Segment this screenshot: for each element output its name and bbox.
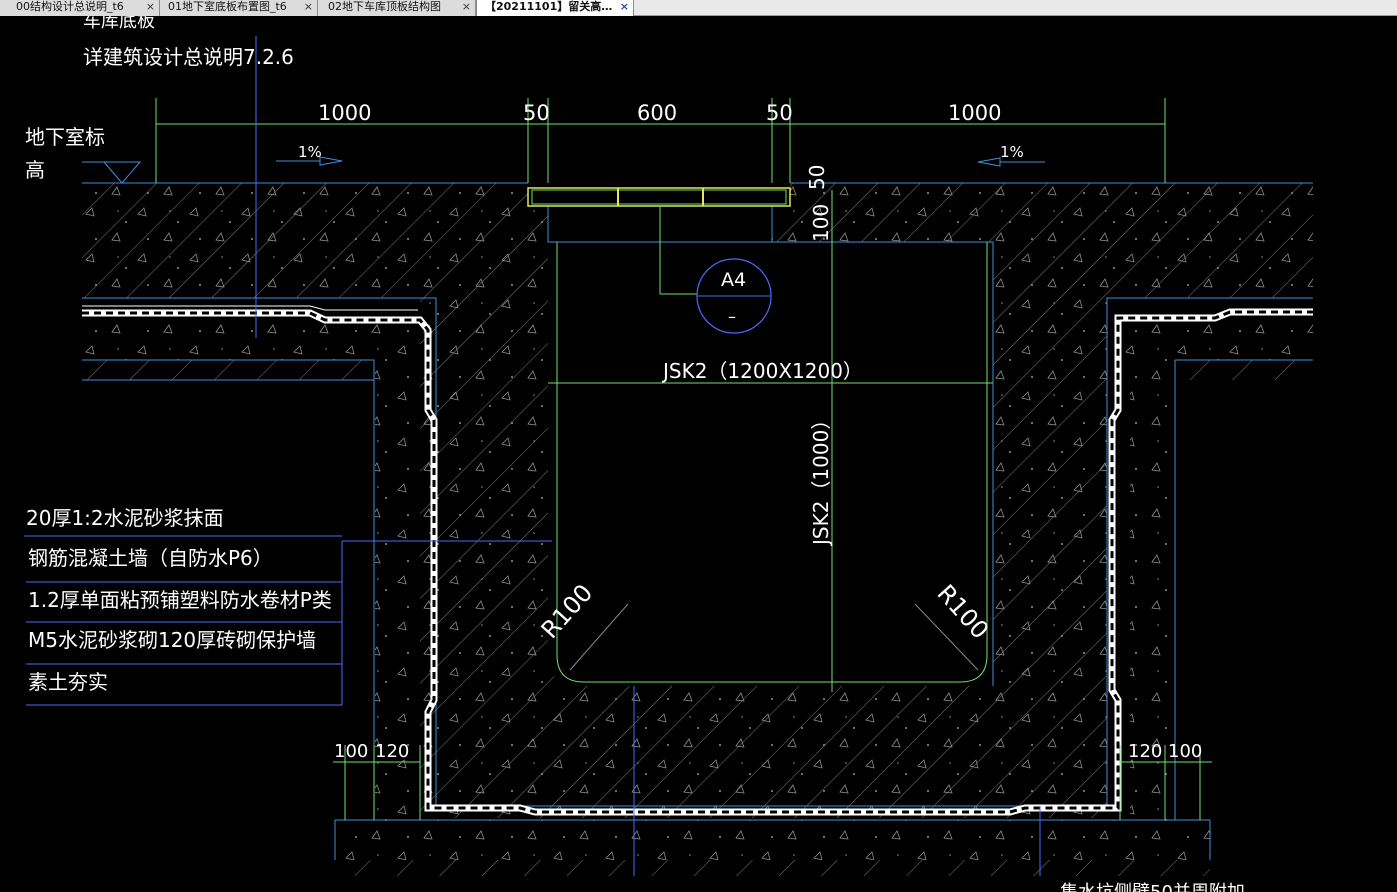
drain-grate-cover: [527, 187, 791, 207]
close-icon[interactable]: ×: [620, 0, 629, 14]
dim-bottom-left-2: 120: [375, 741, 409, 762]
top-note-partial: 车库底板: [83, 16, 155, 32]
top-note: 详建筑设计总说明7.2.6: [83, 45, 294, 69]
tab-active-drawing[interactable]: 【20211101】留关高… ×: [476, 0, 634, 16]
dim-top-3: 600: [637, 101, 677, 125]
tab-label: 00结构设计总说明_t6: [16, 0, 124, 13]
slope-arrows: [82, 156, 1045, 184]
document-tab-bar: 00结构设计总说明_t6 × 01地下室底板布置图_t6 × 02地下车库顶板结…: [0, 0, 1397, 16]
slope-right-label: 1%: [1000, 143, 1024, 161]
dim-top-1: 1000: [318, 101, 371, 125]
bottom-note-partial: 集水坑侧壁50并周附加: [1060, 882, 1245, 892]
close-icon[interactable]: ×: [146, 0, 155, 14]
dim-vertical-100: 100: [809, 204, 833, 242]
tab-label: 02地下车库顶板结构图: [328, 0, 441, 13]
dim-top-2: 50: [523, 101, 550, 125]
level-label-line2: 高: [25, 158, 45, 182]
slope-left-label: 1%: [298, 143, 322, 161]
tab-label: 【20211101】留关高…: [485, 0, 613, 13]
dim-bottom-right-1: 120: [1128, 741, 1162, 762]
cad-drawing-canvas[interactable]: 车库底板 详建筑设计总说明7.2.6 地下室标 高 1000 50 600 50…: [0, 16, 1397, 892]
tab-label: 01地下室底板布置图_t6: [168, 0, 287, 13]
dim-top-4: 50: [766, 101, 793, 125]
layer-1: 20厚1:2水泥砂浆抹面: [26, 506, 224, 530]
callout-bottom-text: –: [728, 307, 736, 326]
dim-bottom-left-1: 100: [334, 741, 368, 762]
callout-top-text: A4: [721, 269, 746, 291]
tab-structural-notes[interactable]: 00结构设计总说明_t6 ×: [0, 0, 160, 16]
layer-2: 钢筋混凝土墙（自防水P6）: [28, 546, 273, 570]
close-icon[interactable]: ×: [304, 0, 313, 14]
dim-bottom-right-2: 100: [1168, 741, 1202, 762]
layer-4: M5水泥砂浆砌120厚砖砌保护墙: [28, 628, 316, 652]
dim-top-5: 1000: [948, 101, 1001, 125]
layer-5: 素土夯实: [28, 670, 108, 694]
sump-label-horizontal: JSK2（1200X1200）: [661, 359, 863, 383]
layer-3: 1.2厚单面粘预铺塑料防水卷材P类: [28, 588, 332, 612]
tab-basement-slab-plan[interactable]: 01地下室底板布置图_t6 ×: [160, 0, 318, 16]
tab-garage-roof-plan[interactable]: 02地下车库顶板结构图 ×: [318, 0, 476, 16]
dim-vertical-50: 50: [805, 165, 829, 190]
level-label-line1: 地下室标: [25, 125, 105, 149]
sump-label-vertical: JSK2（1000）: [809, 410, 833, 547]
close-icon[interactable]: ×: [462, 0, 471, 14]
